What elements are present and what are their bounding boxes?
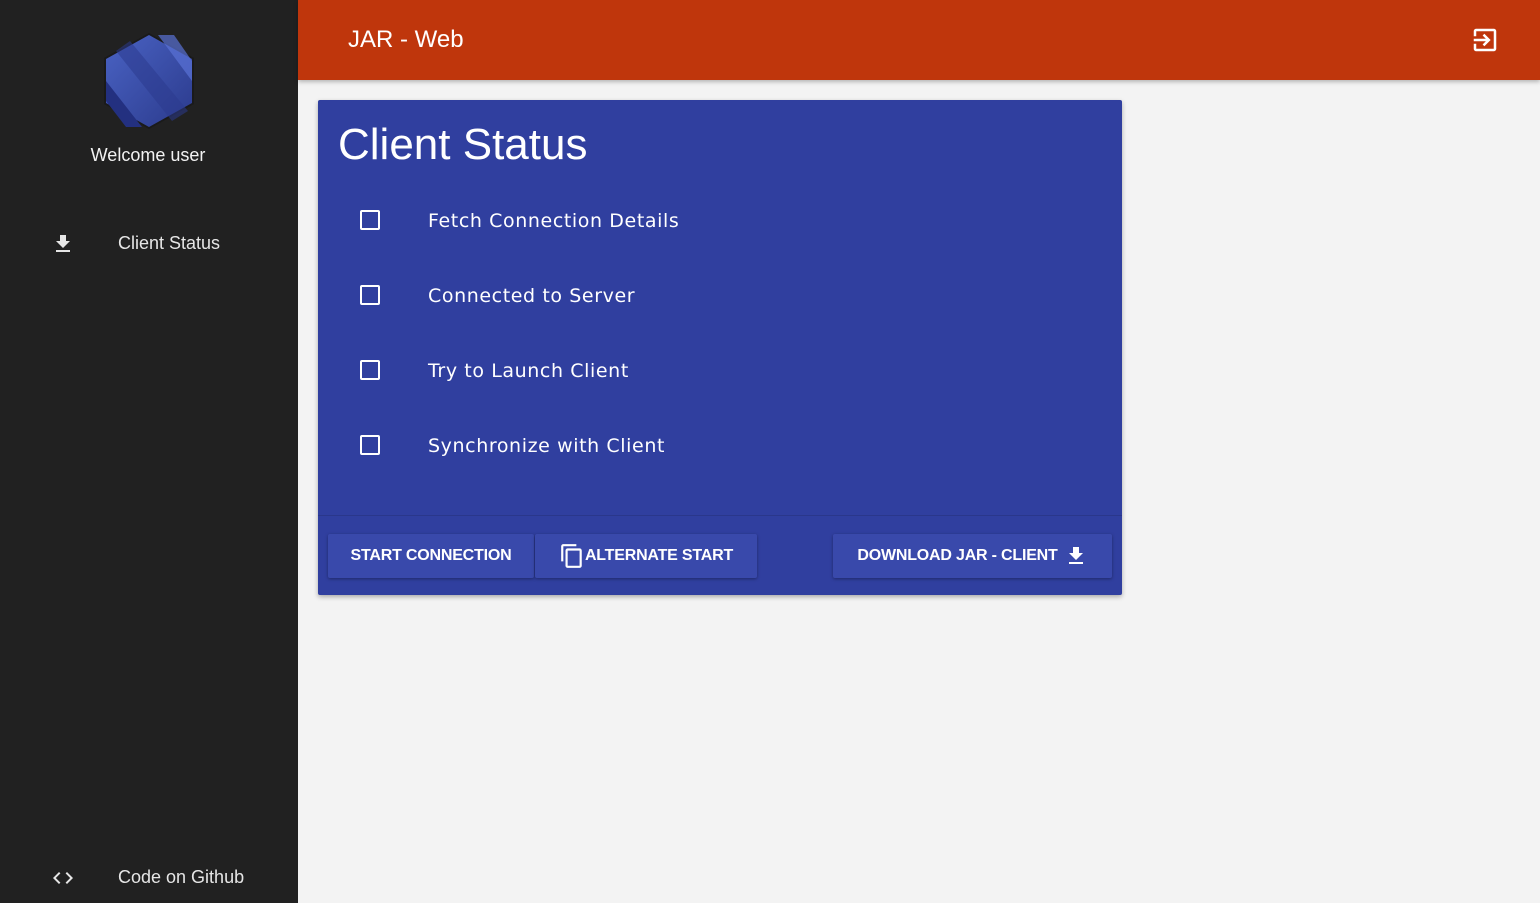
checkbox[interactable]: [360, 285, 380, 305]
top-app-bar: JAR - Web: [298, 0, 1540, 80]
checklist-item[interactable]: Try to Launch Client: [360, 356, 960, 386]
checkbox[interactable]: [360, 435, 380, 455]
checklist-label: Connected to Server: [428, 285, 636, 307]
checklist-label: Fetch Connection Details: [428, 210, 680, 232]
app-title: JAR - Web: [348, 26, 464, 53]
exit-to-app-icon[interactable]: [1470, 25, 1500, 55]
download-jar-client-button[interactable]: DOWNLOAD JAR - CLIENT: [833, 534, 1112, 578]
download-icon: [56, 235, 70, 252]
sidebar-item-code-on-github[interactable]: Code on Github: [0, 856, 298, 900]
checklist-item[interactable]: Synchronize with Client: [360, 431, 960, 461]
sidebar: Welcome user Client Status Code on Githu…: [0, 0, 298, 903]
start-connection-label: START CONNECTION: [350, 547, 512, 564]
alternate-start-label: ALTERNATE START: [584, 547, 734, 564]
checklist-label: Try to Launch Client: [428, 360, 629, 382]
copy-icon: [561, 544, 582, 568]
card-actions: START CONNECTION ALTERNATE START DOWNLOA…: [318, 515, 1122, 596]
checkbox[interactable]: [360, 210, 380, 230]
welcome-text: Welcome user: [90, 145, 206, 165]
download-icon: [1068, 547, 1083, 564]
checklist-item[interactable]: Fetch Connection Details: [360, 206, 960, 236]
alternate-start-button[interactable]: ALTERNATE START: [535, 534, 757, 578]
download-jar-client-label: DOWNLOAD JAR - CLIENT: [857, 547, 1058, 564]
checklist-label: Synchronize with Client: [428, 435, 666, 457]
start-connection-button[interactable]: START CONNECTION: [328, 534, 534, 578]
sidebar-item-client-status[interactable]: Client Status: [0, 222, 298, 266]
sidebar-item-label: Client Status: [118, 233, 221, 253]
checkbox[interactable]: [360, 360, 380, 380]
sidebar-footer-label: Code on Github: [118, 867, 245, 887]
checklist-item[interactable]: Connected to Server: [360, 281, 960, 311]
code-icon: [53, 872, 73, 884]
card-title: Client Status: [338, 120, 588, 169]
client-status-card: Client Status Fetch Connection Details C…: [318, 100, 1122, 595]
app-logo: [104, 33, 194, 129]
